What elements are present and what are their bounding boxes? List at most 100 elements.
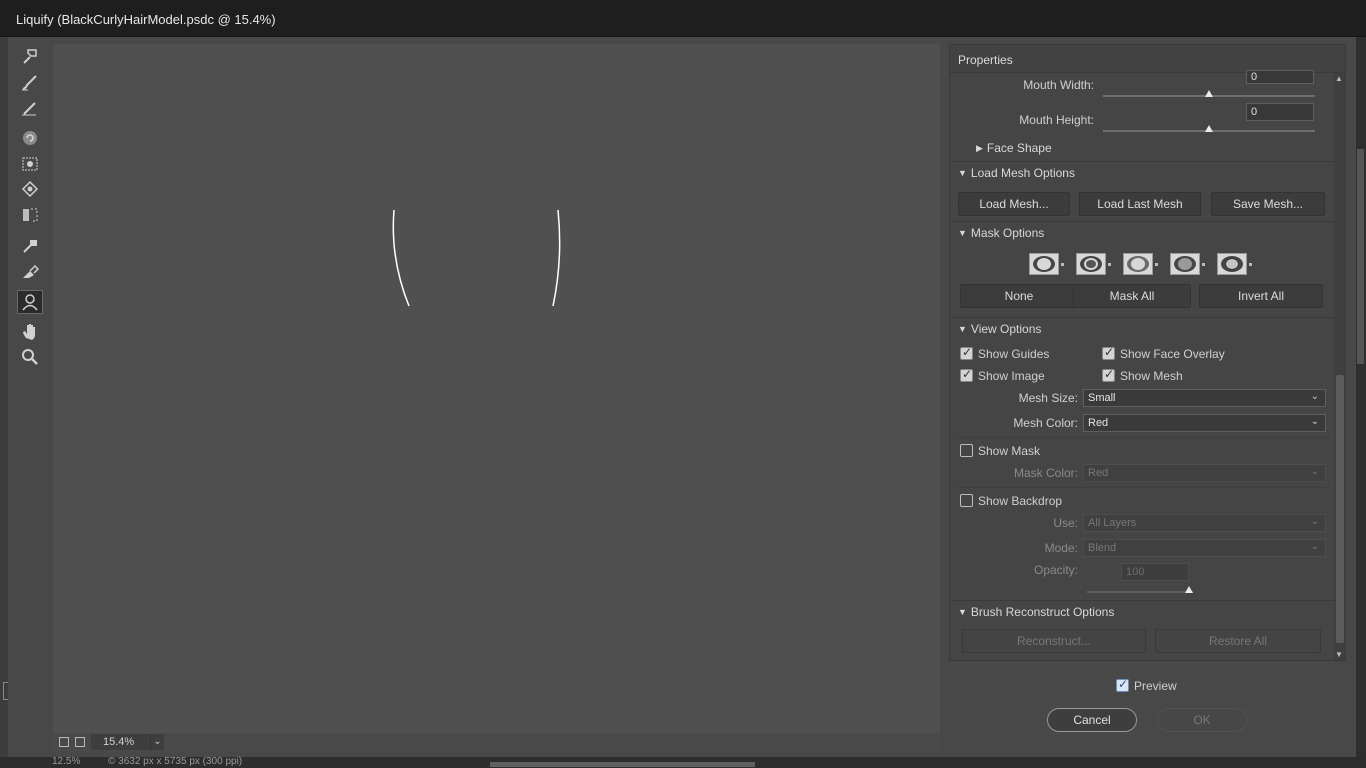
reconstruct-button[interactable]: Reconstruct... — [962, 629, 1146, 653]
twirl-icon — [23, 131, 37, 145]
chevron-down-icon: ⌄ — [1310, 391, 1319, 402]
push-left-tool[interactable] — [17, 203, 43, 227]
pucker-tool[interactable] — [17, 152, 43, 176]
brush-reconstruct-options-section[interactable]: ▼ Brush Reconstruct Options — [958, 605, 1114, 619]
properties-panel: Properties Mouth Width: 0 Mouth Height: … — [949, 44, 1346, 661]
ok-button[interactable]: OK — [1157, 708, 1247, 732]
fit-screen-icon[interactable] — [59, 737, 69, 747]
show-image-label: Show Image — [978, 369, 1045, 383]
mode-label: Mode: — [1044, 541, 1078, 555]
intersect-with-selection-icon[interactable] — [1170, 253, 1205, 275]
preview-checkbox[interactable] — [1116, 677, 1129, 692]
properties-scrollbar-thumb[interactable] — [1336, 375, 1344, 643]
bloat-tool[interactable] — [17, 177, 43, 201]
smooth-brush-icon — [22, 102, 36, 116]
chevron-down-icon: ⌄ — [1310, 516, 1319, 527]
show-face-overlay-checkbox[interactable] — [1102, 345, 1115, 360]
reconstruct-brush-icon — [22, 75, 37, 91]
invert-selection-icon[interactable] — [1217, 253, 1252, 275]
restore-all-button[interactable]: Restore All — [1155, 629, 1321, 653]
divider — [950, 600, 1334, 601]
freeze-mask-tool[interactable] — [17, 234, 43, 258]
use-select[interactable]: All Layers ⌄ — [1083, 514, 1326, 532]
reconstruct-tool[interactable] — [17, 70, 43, 94]
show-backdrop-label: Show Backdrop — [978, 494, 1063, 508]
mesh-size-select[interactable]: Small ⌄ — [1083, 389, 1326, 407]
scroll-up-icon[interactable]: ▲ — [1335, 74, 1343, 83]
mouth-width-field[interactable]: 0 — [1246, 70, 1314, 84]
mesh-size-label: Mesh Size: — [1018, 391, 1078, 405]
properties-scrollbar[interactable]: ▲ ▼ — [1334, 73, 1345, 660]
invert-all-button[interactable]: Invert All — [1199, 284, 1323, 308]
mouth-height-field[interactable]: 0 — [1246, 103, 1314, 121]
load-mesh-button[interactable]: Load Mesh... — [958, 192, 1070, 216]
add-to-selection-icon[interactable] — [1076, 253, 1111, 275]
properties-header: Properties — [950, 45, 1345, 73]
preview-label: Preview — [1134, 679, 1177, 693]
mouth-width-label: Mouth Width: — [1023, 78, 1094, 92]
save-mesh-button[interactable]: Save Mesh... — [1211, 192, 1325, 216]
brush-reconstruct-title: Brush Reconstruct Options — [970, 605, 1115, 619]
mouth-width-slider-thumb[interactable] — [1205, 90, 1213, 97]
cancel-button[interactable]: Cancel — [1047, 708, 1137, 732]
mask-options-title: Mask Options — [970, 226, 1045, 240]
actual-pixels-icon[interactable] — [75, 737, 85, 747]
face-shape-label: Face Shape — [986, 141, 1052, 155]
status-zoom: 12.5% — [52, 756, 81, 767]
show-guides-checkbox[interactable] — [960, 345, 973, 360]
collapse-arrow-icon: ▼ — [958, 607, 967, 617]
mode-select[interactable]: Blend ⌄ — [1083, 539, 1326, 557]
show-mask-label: Show Mask — [978, 444, 1041, 458]
mask-options-section[interactable]: ▼ Mask Options — [958, 226, 1044, 240]
scroll-down-icon[interactable]: ▼ — [1335, 650, 1343, 659]
divider — [950, 161, 1334, 162]
mouth-height-slider-thumb[interactable] — [1205, 125, 1213, 132]
thaw-mask-tool[interactable] — [17, 260, 43, 284]
hand-icon — [23, 324, 35, 340]
dialog-titlebar: Liquify (BlackCurlyHairModel.psdc @ 15.4… — [0, 0, 1366, 37]
expand-arrow-icon: ▶ — [976, 143, 983, 153]
zoom-level-field[interactable]: 15.4% — [91, 734, 151, 750]
mesh-color-select[interactable]: Red ⌄ — [1083, 414, 1326, 432]
show-backdrop-checkbox[interactable] — [960, 494, 973, 507]
mouth-height-label: Mouth Height: — [1019, 113, 1094, 127]
mask-color-select[interactable]: Red ⌄ — [1083, 464, 1326, 482]
mask-color-label: Mask Color: — [1013, 466, 1078, 480]
show-mesh-checkbox[interactable] — [1102, 367, 1115, 382]
divider — [956, 487, 1330, 488]
chevron-down-icon: ⌄ — [1310, 541, 1319, 552]
background-app-bracket — [3, 682, 8, 700]
twirl-tool[interactable] — [17, 126, 43, 150]
opacity-slider[interactable] — [1087, 591, 1193, 593]
opacity-field[interactable]: 100 — [1121, 563, 1189, 581]
show-image-checkbox[interactable] — [960, 367, 973, 382]
face-tool[interactable] — [17, 290, 43, 314]
forward-warp-icon — [23, 49, 37, 64]
zoom-dropdown-button[interactable]: ⌄ — [150, 734, 164, 750]
background-scrollbar — [1357, 149, 1364, 364]
load-mesh-options-section[interactable]: ▼ Load Mesh Options — [958, 166, 1075, 180]
mesh-color-value: Red — [1088, 417, 1109, 429]
replace-selection-icon[interactable] — [1029, 253, 1064, 275]
mode-value: Blend — [1088, 542, 1117, 554]
liquify-toolbar — [10, 40, 50, 380]
thaw-mask-icon — [23, 264, 40, 278]
smooth-tool[interactable] — [17, 96, 43, 120]
subtract-from-selection-icon[interactable] — [1123, 253, 1158, 275]
show-guides-label: Show Guides — [978, 347, 1050, 361]
load-last-mesh-button[interactable]: Load Last Mesh — [1079, 192, 1201, 216]
zoom-tool[interactable] — [17, 345, 43, 369]
hand-tool[interactable] — [17, 319, 43, 343]
divider — [950, 221, 1334, 222]
show-mask-checkbox[interactable] — [960, 444, 973, 457]
mask-none-button[interactable]: None — [960, 284, 1078, 308]
opacity-slider-thumb[interactable] — [1185, 586, 1193, 593]
background-status-bar: 12.5% © 3632 px x 5735 px (300 ppi) — [0, 756, 1366, 768]
mask-all-button[interactable]: Mask All — [1073, 284, 1191, 308]
view-options-section[interactable]: ▼ View Options — [958, 322, 1041, 336]
horizontal-scrollbar[interactable] — [490, 762, 755, 767]
preview-canvas[interactable] — [53, 44, 940, 733]
view-options-title: View Options — [970, 322, 1042, 336]
face-shape-section[interactable]: ▶ Face Shape — [976, 141, 1052, 155]
forward-warp-tool[interactable] — [17, 44, 43, 68]
